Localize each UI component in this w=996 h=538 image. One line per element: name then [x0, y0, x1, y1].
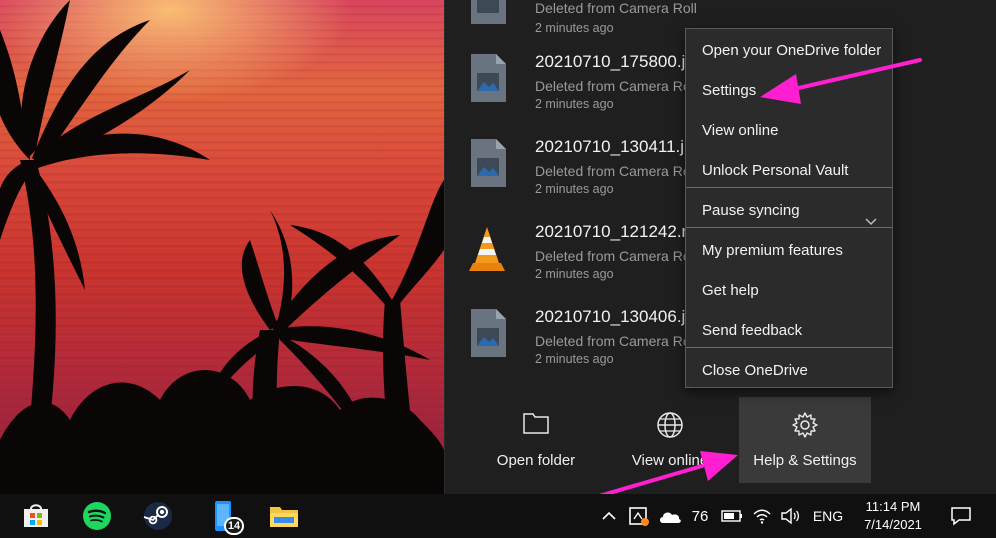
- temperature-widget[interactable]: 76: [686, 494, 714, 538]
- pause-syncing-label: Pause syncing: [702, 202, 800, 219]
- help-settings-label: Help & Settings: [753, 452, 857, 469]
- file-status: Deleted from Camera Roll: [535, 163, 697, 179]
- chevron-up-icon[interactable]: [596, 494, 622, 538]
- file-status: Deleted from Camera Roll: [535, 333, 697, 349]
- spotify-icon[interactable]: [73, 494, 121, 538]
- onedrive-cloud-icon[interactable]: [656, 494, 684, 538]
- steam-icon[interactable]: [134, 494, 182, 538]
- notification-center-icon[interactable]: [946, 494, 976, 538]
- store-icon[interactable]: [12, 494, 60, 538]
- menu-separator: [686, 347, 892, 348]
- battery-icon[interactable]: [718, 494, 746, 538]
- menu-view-online[interactable]: View online: [686, 111, 892, 151]
- folder-icon: [475, 411, 597, 439]
- menu-settings[interactable]: Settings: [686, 71, 892, 111]
- chevron-down-icon: [864, 204, 878, 226]
- language-indicator[interactable]: ENG: [808, 494, 848, 538]
- menu-separator: [686, 227, 892, 228]
- menu-separator: [686, 187, 892, 188]
- gear-icon: [739, 411, 871, 439]
- clock-date: 7/14/2021: [864, 517, 922, 532]
- volume-icon[interactable]: [776, 494, 804, 538]
- menu-get-help[interactable]: Get help: [686, 271, 892, 311]
- file-time: 2 minutes ago: [535, 352, 614, 366]
- flyout-bottom-bar: Open folder View online Help & Settings: [445, 385, 996, 494]
- onedrive-context-menu: Open your OneDrive folder Settings View …: [685, 28, 893, 388]
- image-file-icon: [469, 138, 507, 188]
- phone-notification-badge: 14: [224, 517, 244, 535]
- open-folder-button[interactable]: Open folder: [475, 397, 597, 483]
- file-time: 2 minutes ago: [535, 182, 614, 196]
- image-file-icon: [469, 0, 507, 25]
- file-status: Deleted from Camera Roll: [535, 248, 697, 264]
- menu-open-onedrive-folder[interactable]: Open your OneDrive folder: [686, 31, 892, 71]
- phone-icon[interactable]: 14: [200, 494, 248, 538]
- menu-send-feedback[interactable]: Send feedback: [686, 311, 892, 351]
- menu-pause-syncing[interactable]: Pause syncing: [686, 191, 892, 231]
- menu-close-onedrive[interactable]: Close OneDrive: [686, 351, 892, 391]
- file-name: 20210710_175800.jpg: [535, 52, 705, 71]
- file-time: 2 minutes ago: [535, 97, 614, 111]
- file-status: Deleted from Camera Roll: [535, 78, 697, 94]
- file-time: 2 minutes ago: [535, 267, 614, 281]
- file-explorer-icon[interactable]: [260, 494, 308, 538]
- taskbar: 14 76 ENG 11:14 PM 7/14/2021: [0, 494, 996, 538]
- file-name: 20210710_130411.jpg: [535, 137, 703, 156]
- clock-time: 11:14 PM: [865, 499, 921, 514]
- help-settings-button[interactable]: Help & Settings: [739, 397, 871, 483]
- menu-unlock-personal-vault[interactable]: Unlock Personal Vault: [686, 151, 892, 191]
- globe-icon: [615, 411, 725, 439]
- wifi-icon[interactable]: [748, 494, 776, 538]
- open-folder-label: Open folder: [496, 452, 576, 469]
- image-file-icon: [469, 308, 507, 358]
- palm-tree-silhouette: [0, 0, 444, 494]
- security-app-icon[interactable]: [624, 494, 654, 538]
- file-name: 20210710_130406.jpg: [535, 307, 705, 326]
- file-time: 2 minutes ago: [535, 21, 614, 35]
- vlc-icon: [465, 223, 509, 273]
- view-online-label: View online: [631, 452, 709, 469]
- file-status: Deleted from Camera Roll: [535, 0, 697, 16]
- image-file-icon: [469, 53, 507, 103]
- menu-premium-features[interactable]: My premium features: [686, 231, 892, 271]
- system-clock[interactable]: 11:14 PM 7/14/2021: [848, 498, 938, 534]
- view-online-button[interactable]: View online: [615, 397, 725, 483]
